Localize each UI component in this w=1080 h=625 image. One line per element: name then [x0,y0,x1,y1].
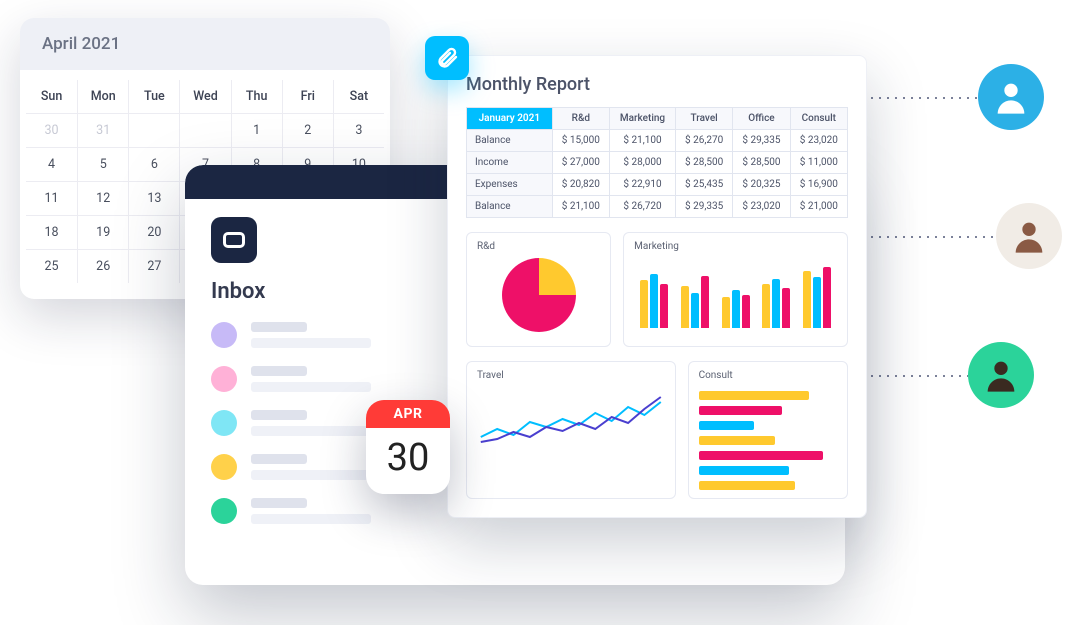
hbar-chart [699,387,837,490]
table-cell: $ 23,020 [733,196,790,218]
date-badge-month: APR [366,400,450,428]
inbox-dot-icon [211,366,237,392]
table-cell: $ 29,335 [733,130,790,152]
table-col-header[interactable]: Marketing [610,108,676,130]
calendar-day[interactable]: 1 [231,113,282,147]
inbox-dot-icon [211,322,237,348]
table-cell: $ 22,910 [610,174,676,196]
line-chart [477,387,665,457]
table-period-header[interactable]: January 2021 [467,108,553,130]
calendar-day[interactable]: 13 [128,181,179,215]
calendar-day[interactable]: 6 [128,147,179,181]
table-cell: $ 28,000 [610,152,676,174]
table-row: Expenses$ 20,820$ 22,910$ 25,435$ 20,325… [467,174,848,196]
app-logo-icon [211,217,257,263]
chart-label: Marketing [634,241,837,252]
table-col-header[interactable]: Travel [675,108,732,130]
calendar-day[interactable]: 20 [128,215,179,249]
table-cell: $ 21,100 [610,130,676,152]
calendar-day[interactable]: 2 [282,113,333,147]
calendar-dow: Fri [282,80,333,113]
table-row: Balance$ 21,100$ 26,720$ 29,335$ 23,020$… [467,196,848,218]
calendar-dow: Mon [77,80,128,113]
calendar-title: April 2021 [20,18,390,70]
table-col-header[interactable]: Consult [790,108,847,130]
calendar-day[interactable]: 26 [77,249,128,283]
calendar-day[interactable] [128,113,179,147]
calendar-day[interactable]: 27 [128,249,179,283]
avatar [968,342,1034,408]
calendar-dow: Sat [333,80,384,113]
calendar-day[interactable]: 11 [26,181,77,215]
table-cell: $ 20,325 [733,174,790,196]
table-col-header[interactable]: R&d [552,108,609,130]
table-cell: $ 27,000 [552,152,609,174]
table-cell: $ 11,000 [790,152,847,174]
chart-marketing: Marketing [623,232,848,347]
calendar-dow: Sun [26,80,77,113]
report-table: January 2021R&dMarketingTravelOfficeCons… [466,107,848,218]
attachment-icon[interactable] [425,36,469,80]
chart-label: Consult [699,370,837,381]
calendar-dow: Wed [179,80,230,113]
table-cell: $ 29,335 [675,196,732,218]
chart-travel: Travel [466,361,676,499]
calendar-day[interactable] [179,113,230,147]
table-cell: $ 21,000 [790,196,847,218]
table-row: Balance$ 15,000$ 21,100$ 26,270$ 29,335$… [467,130,848,152]
calendar-day[interactable]: 30 [26,113,77,147]
calendar-day[interactable]: 5 [77,147,128,181]
inbox-dot-icon [211,498,237,524]
table-cell: $ 28,500 [675,152,732,174]
table-cell: $ 16,900 [790,174,847,196]
chart-consult: Consult [688,361,848,499]
calendar-dow: Tue [128,80,179,113]
calendar-day[interactable]: 25 [26,249,77,283]
table-cell: $ 25,435 [675,174,732,196]
bar-chart [634,258,837,328]
calendar-day[interactable]: 12 [77,181,128,215]
report-card: Monthly Report January 2021R&dMarketingT… [447,55,867,518]
calendar-day[interactable]: 19 [77,215,128,249]
chart-label: Travel [477,370,665,381]
table-col-header[interactable]: Office [733,108,790,130]
table-cell: $ 26,720 [610,196,676,218]
table-row-header: Income [467,152,553,174]
pie-chart [502,258,576,332]
calendar-day[interactable]: 4 [26,147,77,181]
table-cell: $ 15,000 [552,130,609,152]
table-row-header: Expenses [467,174,553,196]
calendar-day[interactable]: 31 [77,113,128,147]
connector-line [868,375,968,377]
table-cell: $ 23,020 [790,130,847,152]
date-badge-day: 30 [366,428,450,488]
inbox-dot-icon [211,454,237,480]
avatar [996,203,1062,269]
avatar [978,64,1044,130]
inbox-dot-icon [211,410,237,436]
date-badge: APR 30 [366,400,450,494]
connector-line [868,97,978,99]
report-title: Monthly Report [466,74,848,95]
chart-rd: R&d [466,232,611,347]
calendar-dow: Thu [231,80,282,113]
table-row-header: Balance [467,130,553,152]
table-cell: $ 28,500 [733,152,790,174]
table-cell: $ 26,270 [675,130,732,152]
connector-line [868,236,996,238]
calendar-day[interactable]: 3 [333,113,384,147]
table-row: Income$ 27,000$ 28,000$ 28,500$ 28,500$ … [467,152,848,174]
table-cell: $ 21,100 [552,196,609,218]
table-row-header: Balance [467,196,553,218]
chart-label: R&d [477,241,600,252]
table-cell: $ 20,820 [552,174,609,196]
calendar-day[interactable]: 18 [26,215,77,249]
